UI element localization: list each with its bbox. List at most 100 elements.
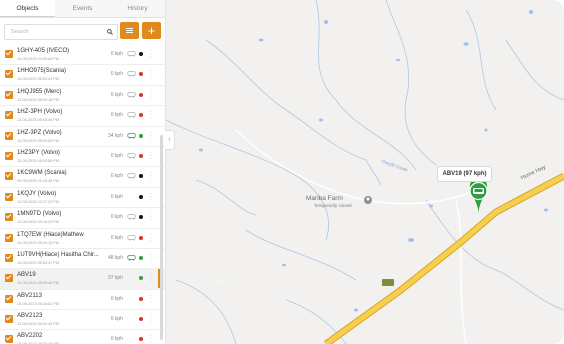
object-speed: 0 kph	[110, 214, 123, 221]
object-date: 13-08-2023 08:53:56 PM	[17, 158, 60, 163]
object-checkbox[interactable]	[5, 315, 13, 324]
object-checkbox[interactable]	[5, 70, 13, 79]
object-name: 1KC9WM (Scania)	[17, 170, 67, 177]
object-date: 13-08-2023 08:53:43 PM	[17, 77, 60, 82]
vehicle-icon	[127, 234, 136, 241]
more-options-icon[interactable]: · · ·	[150, 109, 152, 121]
object-checkbox[interactable]	[5, 111, 13, 120]
object-speed: 0 kph	[110, 112, 123, 119]
search-input[interactable]: Search	[4, 24, 118, 40]
object-speed: 0 kph	[110, 152, 123, 159]
object-checkbox[interactable]	[5, 131, 13, 140]
object-checkbox[interactable]	[5, 335, 13, 344]
object-date: 13-08-2023 08:54:15 PM	[17, 240, 60, 245]
place-status: Temporarily closed	[314, 203, 352, 208]
object-row[interactable]: 1UT9VH(Hiace) Hasitha Chir... 13-08-2023 …	[0, 249, 165, 270]
object-speed: 48 kph	[107, 254, 123, 261]
tab-objects[interactable]: Objects	[0, 0, 55, 17]
object-row[interactable]: 1GHY-405 (IVECO) 13-08-2023 04:52:08 PM 0 …	[0, 45, 165, 66]
object-row[interactable]: 1MN9TD (Volvo) 13-08-2023 05:16:29 PM 0 kp…	[0, 208, 165, 229]
status-dot	[139, 72, 143, 77]
more-options-icon[interactable]: · · ·	[150, 211, 152, 223]
vehicle-icon	[127, 153, 136, 159]
add-object-button[interactable]: +	[142, 22, 161, 39]
object-row[interactable]: 1HQJ955 (Merc) 13-08-2023 08:53:16 PM 0 kp…	[0, 86, 165, 107]
status-dot	[139, 276, 143, 281]
more-options-icon[interactable]: · · ·	[150, 170, 152, 182]
vehicle-icon	[127, 132, 136, 139]
status-dot	[139, 296, 143, 301]
tab-events[interactable]: Events	[55, 0, 110, 17]
status-dot	[139, 255, 143, 260]
more-options-icon[interactable]: · · ·	[150, 333, 152, 344]
object-speed: 0 kph	[110, 234, 123, 241]
status-dot	[139, 133, 143, 138]
more-options-icon[interactable]: · · ·	[150, 150, 152, 162]
more-options-icon[interactable]: · · ·	[150, 130, 152, 142]
status-dot	[139, 194, 143, 199]
vehicle-icon	[127, 173, 136, 179]
object-row[interactable]: 1HHO975(Scania) 13-08-2023 08:53:43 PM 0 k…	[0, 65, 165, 86]
object-checkbox[interactable]	[5, 192, 13, 201]
object-checkbox[interactable]	[5, 294, 13, 303]
status-dot	[139, 92, 143, 97]
list-scrollbar[interactable]	[160, 135, 163, 340]
object-checkbox[interactable]	[5, 274, 13, 283]
object-date: 13-08-2023 04:52:08 PM	[17, 57, 60, 61]
object-checkbox[interactable]	[5, 172, 13, 181]
object-date: 13-08-2023 05:16:29 PM	[17, 220, 60, 225]
panel-toolbar: Search +	[4, 22, 161, 40]
object-date: 13-08-2023 08:53:46 PM	[17, 118, 60, 123]
object-name: 1HZ-3PH (Volvo)	[17, 109, 63, 116]
status-dot	[139, 215, 143, 220]
more-options-icon[interactable]: · · ·	[150, 232, 152, 244]
more-options-icon[interactable]: · · ·	[150, 89, 152, 101]
collapse-panel-button[interactable]: ‹	[165, 130, 175, 150]
object-checkbox[interactable]	[5, 233, 13, 242]
object-row[interactable]: ABV2113 13-08-2023 08:44:52 PM 0 kph · · ·	[0, 290, 165, 311]
object-row[interactable]: 1KC9WM (Scania) 09-08-2023 01:25:48 PM 0 k…	[0, 167, 165, 188]
object-speed: 0 kph	[110, 336, 123, 343]
object-row[interactable]: 1HZ-3PH (Volvo) 13-08-2023 08:53:46 PM 0 k…	[0, 106, 165, 127]
vehicle-icon	[127, 112, 136, 118]
map-view[interactable]: Mariba Farm Temporarily closed Gwydir Cr…	[165, 0, 564, 344]
status-dot	[139, 174, 143, 179]
object-row[interactable]: ABV220213-08-2023 08:53:45 PM0 kph···	[0, 330, 165, 344]
object-checkbox[interactable]	[5, 90, 13, 99]
object-name: 1GHY-405 (IVECO)	[17, 48, 70, 54]
more-options-icon[interactable]: · · ·	[150, 191, 152, 203]
object-checkbox[interactable]	[5, 151, 13, 160]
app-frame: Mariba Farm Temporarily closed Gwydir Cr…	[0, 0, 564, 344]
object-name: 1UT9VH(Hiace) Hasitha Chir...	[17, 251, 99, 258]
more-options-icon[interactable]: · · ·	[150, 272, 152, 284]
more-options-icon[interactable]: · · ·	[150, 252, 152, 264]
object-row[interactable]: ABV19 13-08-2023 08:53:46 PM 97 kph · · ·	[0, 269, 165, 290]
more-options-icon[interactable]: · · ·	[150, 68, 152, 80]
vehicle-icon	[127, 255, 136, 261]
object-speed: 0 kph	[110, 71, 123, 78]
menu-button[interactable]	[120, 22, 139, 39]
object-row[interactable]: 1HZ-3PZ (Volvo) 13-08-2023 08:53:08 PM 34 …	[0, 127, 165, 147]
status-dot	[139, 337, 143, 342]
place-name: Mariba Farm	[306, 195, 343, 202]
object-row[interactable]: ABV2123 13-08-2023 08:51:35 PM 0 kph · · ·	[0, 310, 165, 331]
object-name: 1TQ7EW (Hiace)Mathew	[17, 231, 84, 238]
map-canvas	[165, 0, 564, 344]
object-checkbox[interactable]	[5, 253, 13, 262]
object-checkbox[interactable]	[5, 50, 13, 58]
more-options-icon[interactable]: · · ·	[150, 293, 152, 305]
object-row[interactable]: 1TQ7EW (Hiace)Mathew 13-08-2023 08:54:15 …	[0, 229, 165, 249]
object-name: 1MN9TD (Volvo)	[17, 211, 62, 218]
more-options-icon[interactable]: · · ·	[150, 48, 152, 60]
object-speed: 97 kph	[107, 275, 123, 282]
tab-history[interactable]: History	[110, 0, 165, 17]
object-row[interactable]: 1KQJY (Volvo) 13-08-2023 02:27:22 PM 0 kph…	[0, 188, 165, 209]
vehicle-callout[interactable]: ABV19 (97 kph)	[437, 166, 492, 182]
object-row[interactable]: 1HZ3PY (Volvo) 13-08-2023 08:53:56 PM 0 kp…	[0, 147, 165, 168]
object-checkbox[interactable]	[5, 213, 13, 222]
search-icon	[107, 29, 113, 35]
object-speed: 34 kph	[107, 132, 123, 139]
status-dot	[139, 317, 143, 322]
object-date: 13-08-2023 08:53:16 PM	[17, 97, 60, 102]
more-options-icon[interactable]: · · ·	[150, 313, 152, 325]
